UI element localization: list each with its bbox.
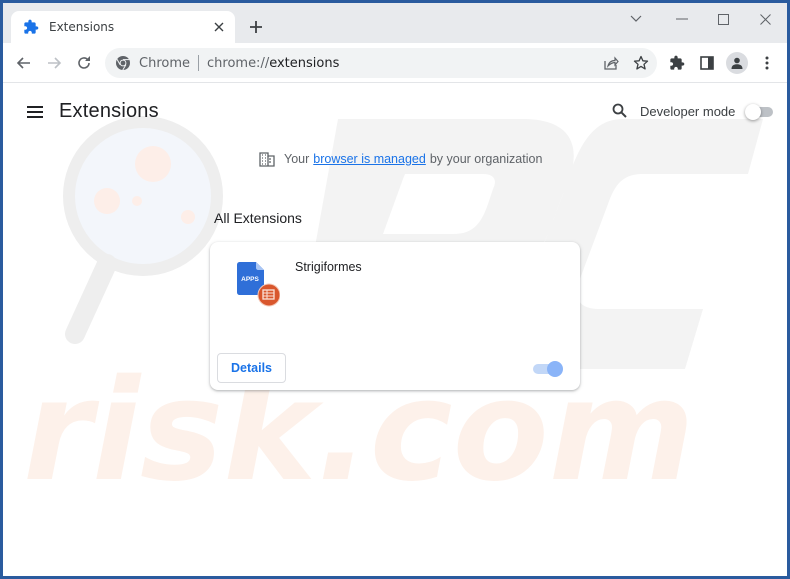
building-icon [259,152,275,167]
search-icon [612,103,627,118]
site-chip-label: Chrome [139,55,190,71]
profile-avatar-icon [731,57,743,69]
omnibox-separator [198,55,199,71]
managed-prefix: Your [284,152,310,166]
managed-notice: Your browser is managed by your organiza… [258,150,542,168]
developer-mode-toggle[interactable] [745,104,773,120]
extension-enable-toggle[interactable] [533,361,563,377]
developer-mode-label: Developer mode [640,104,736,119]
back-button[interactable] [12,51,36,75]
page-title: Extensions [59,100,159,122]
chevron-down-icon [630,15,642,22]
section-title: All Extensions [214,210,302,226]
browser-window: Extensions Chrome chrome://extensions ri… [3,3,787,576]
toggle-knob [547,361,563,377]
bookmark-button[interactable] [629,51,653,75]
browser-managed-link[interactable]: browser is managed [313,152,426,166]
tab-close-button[interactable] [209,17,229,37]
more-menu-icon [765,56,769,70]
bookmark-star-icon [633,55,649,70]
share-button[interactable] [599,51,623,75]
close-icon [759,13,771,25]
side-panel-button[interactable] [695,51,719,75]
minimize-icon [676,18,688,20]
tab-strip: Extensions [3,3,787,43]
toggle-knob [745,104,761,120]
details-button[interactable]: Details [217,353,286,383]
apps-extension-icon: APPS [237,262,280,307]
close-window-button[interactable] [748,7,782,31]
apps-icon-text: APPS [241,276,259,283]
avatar [726,52,748,74]
url-text: chrome://extensions [207,56,339,71]
search-extensions-button[interactable] [609,100,629,120]
extensions-page: risk.com Extensions Developer mode Your … [3,84,787,576]
toolbar: Chrome chrome://extensions [3,43,787,83]
reload-button[interactable] [72,51,96,75]
arrow-right-icon [48,57,62,69]
profile-button[interactable] [725,51,749,75]
tab-extensions[interactable]: Extensions [11,11,235,43]
main-menu-button[interactable] [23,100,47,124]
managed-suffix: by your organization [429,152,543,166]
url-path: extensions [269,55,340,71]
magnifier-watermark [63,116,223,344]
extensions-puzzle-icon [670,55,685,70]
side-panel-icon [700,56,714,70]
url-scheme: chrome:// [207,55,270,71]
extension-card: APPS Strigiformes Details [210,242,580,390]
hamburger-icon [27,106,43,118]
close-icon [214,22,224,32]
share-icon [604,56,619,70]
chrome-logo-icon [116,56,130,71]
maximize-button[interactable] [706,7,740,31]
tab-search-button[interactable] [619,7,653,31]
reload-icon [78,56,90,69]
arrow-left-icon [16,57,30,69]
puzzle-icon [24,19,39,34]
maximize-icon [717,13,729,25]
minimize-button[interactable] [665,7,699,31]
forward-button[interactable] [42,51,66,75]
extensions-button[interactable] [665,51,689,75]
address-bar[interactable]: Chrome chrome://extensions [105,48,657,78]
tab-title: Extensions [49,20,115,34]
more-menu-button[interactable] [755,51,779,75]
plus-icon [250,21,262,33]
extension-name: Strigiformes [295,260,362,274]
new-tab-button[interactable] [245,16,267,38]
